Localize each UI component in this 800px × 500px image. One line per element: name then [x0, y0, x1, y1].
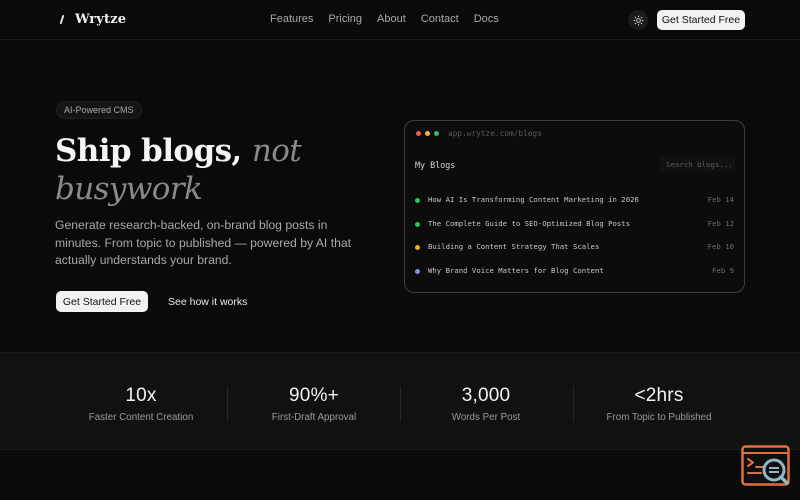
stat-value: 3,000 — [461, 385, 511, 406]
theme-toggle-button[interactable] — [628, 10, 648, 30]
see-how-it-works-button[interactable]: See how it works — [160, 291, 255, 312]
terminal-search-icon — [741, 445, 790, 486]
window-dot-green — [434, 131, 439, 136]
nav-link-about[interactable]: About — [377, 13, 406, 25]
blog-list-item[interactable]: The Complete Guide to SEO-Optimized Blog… — [405, 218, 744, 242]
nav-links: Features Pricing About Contact Docs — [270, 13, 499, 25]
hero-subtitle: Generate research-backed, on-brand blog … — [55, 218, 352, 267]
stat-value: <2hrs — [634, 385, 684, 406]
preview-title: My Blogs — [415, 160, 456, 170]
stat-label: First-Draft Approval — [271, 412, 357, 423]
blog-list-item[interactable]: Building a Content Strategy That Scales … — [405, 241, 744, 265]
nav-link-contact[interactable]: Contact — [421, 13, 459, 25]
blog-date: Feb 14 — [707, 195, 734, 204]
blog-date: Feb 12 — [707, 218, 734, 228]
blog-list-item[interactable]: How AI Is Transforming Content Marketing… — [405, 194, 744, 218]
stat-item: 90%+ First-Draft Approval — [228, 385, 400, 423]
sun-icon — [632, 14, 644, 26]
nav-get-started-button[interactable]: Get Started Free — [657, 10, 745, 30]
preview-search-input[interactable] — [660, 157, 735, 172]
preview-url: app.wrytze.com/blogs — [448, 129, 542, 138]
window-dot-yellow — [425, 131, 430, 136]
stat-item: 3,000 Words Per Post — [400, 385, 572, 423]
stat-label: Words Per Post — [451, 412, 521, 423]
headline-strong: Ship blogs, — [55, 133, 242, 169]
nav-link-pricing[interactable]: Pricing — [328, 13, 362, 25]
hero-get-started-button[interactable]: Get Started Free — [56, 291, 148, 312]
stat-item: <2hrs From Topic to Published — [573, 385, 745, 423]
blog-title: How AI Is Transforming Content Marketing… — [428, 195, 639, 204]
app-preview-window: app.wrytze.com/blogs My Blogs How AI Is … — [404, 120, 745, 293]
brand-logo[interactable]: Wrytze — [58, 12, 126, 27]
stats-band: 10x Faster Content Creation 90%+ First-D… — [0, 352, 800, 450]
blog-title: Why Brand Voice Matters for Blog Content — [428, 265, 604, 275]
window-dot-red — [416, 131, 421, 136]
logo-mark-icon — [58, 14, 67, 26]
nav-link-features[interactable]: Features — [270, 13, 313, 25]
blog-date: Feb 10 — [707, 242, 734, 251]
status-dot — [415, 221, 420, 227]
blog-date: Feb 9 — [712, 265, 734, 275]
stat-item: 10x Faster Content Creation — [55, 385, 227, 423]
nav-link-docs[interactable]: Docs — [474, 13, 499, 25]
stat-label: Faster Content Creation — [88, 412, 194, 423]
window-controls — [416, 131, 439, 136]
hero-badge: AI-Powered CMS — [56, 101, 142, 119]
stat-value: 90%+ — [289, 385, 339, 406]
blog-title: The Complete Guide to SEO-Optimized Blog… — [428, 218, 631, 228]
status-dot — [415, 198, 420, 203]
blog-list: How AI Is Transforming Content Marketing… — [405, 194, 744, 288]
status-dot — [415, 245, 420, 250]
stat-value: 10x — [125, 385, 157, 406]
floating-help-widget[interactable] — [741, 445, 791, 487]
status-dot — [415, 268, 420, 274]
top-navigation: Wrytze Features Pricing About Contact Do… — [0, 0, 800, 40]
blog-list-item[interactable]: Why Brand Voice Matters for Blog Content… — [405, 265, 744, 289]
brand-name: Wrytze — [75, 12, 127, 27]
stat-label: From Topic to Published — [606, 412, 712, 423]
hero-headline: Ship blogs, not busywork — [55, 132, 385, 208]
blog-title: Building a Content Strategy That Scales — [428, 242, 600, 251]
